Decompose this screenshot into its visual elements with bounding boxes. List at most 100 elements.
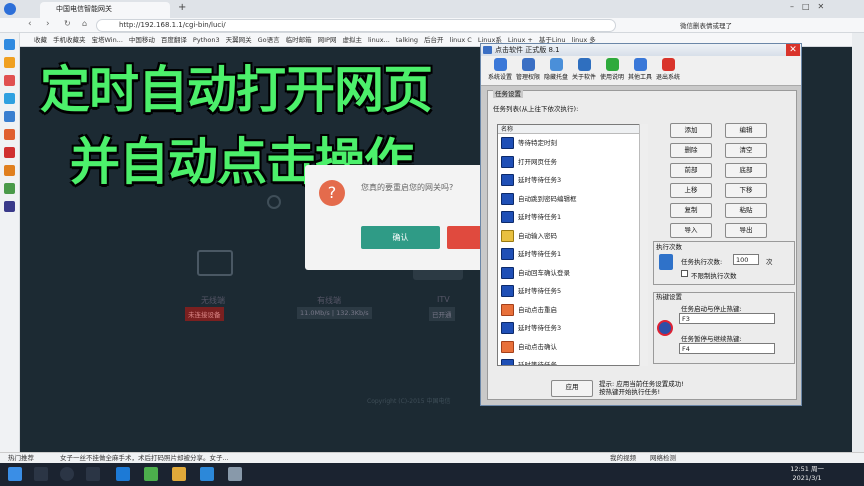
bookmark-item[interactable]: Go语言	[258, 33, 280, 46]
edge-icon[interactable]	[116, 467, 130, 481]
confirm-button[interactable]: 确认	[361, 226, 440, 249]
system-clock[interactable]: 12:51 周一 2021/3/1	[790, 465, 824, 483]
task-list-item[interactable]: 自动点击重启	[498, 301, 646, 320]
hint-line2: 按热键开始执行任务!	[599, 388, 661, 396]
window-close-button[interactable]: ✕	[786, 44, 800, 56]
sidebar-app-icon[interactable]	[4, 75, 15, 86]
action-button[interactable]: 复制	[670, 203, 712, 218]
start-icon[interactable]	[8, 467, 22, 481]
toolbar-label: 其他工具	[627, 74, 652, 81]
click-app-taskbar-icon[interactable]	[228, 467, 242, 481]
task-icon	[501, 248, 514, 260]
bookmark-item[interactable]: 收藏	[34, 33, 47, 46]
window-controls[interactable]: –□✕	[790, 2, 832, 11]
sidebar-app-icon[interactable]	[4, 57, 15, 68]
action-button[interactable]: 添加	[670, 123, 712, 138]
task-list-item[interactable]: 延时等待任务...	[498, 356, 646, 365]
task-list-scrollbar[interactable]	[639, 124, 648, 366]
sidebar-app-icon[interactable]	[4, 39, 15, 50]
app-taskbar-icon[interactable]	[200, 467, 214, 481]
task-list-item[interactable]: 自动跳到密码编辑框	[498, 190, 646, 209]
my-video-link[interactable]: 我的视频	[610, 453, 636, 463]
task-list-item[interactable]: 打开网页任务	[498, 153, 646, 172]
action-button[interactable]: 编辑	[725, 123, 767, 138]
bookmark-item[interactable]: 百度翻译	[161, 33, 187, 46]
action-button[interactable]: 导入	[670, 223, 712, 238]
bookmark-item[interactable]: 虚拟主	[342, 33, 362, 46]
bookmark-item[interactable]: 宝塔Win...	[92, 33, 123, 46]
bookmark-item[interactable]: linux...	[368, 33, 390, 46]
toolbar-button[interactable]: 系统设置	[485, 58, 515, 81]
toolbar-button[interactable]: 隐藏托盘	[541, 58, 571, 81]
browser-tab[interactable]: 中国电信智能网关	[40, 2, 170, 18]
action-button[interactable]: 删除	[670, 143, 712, 158]
action-button[interactable]: 上移	[670, 183, 712, 198]
browser-logo-icon	[4, 3, 16, 15]
bookmark-item[interactable]: 临时邮箱	[286, 33, 312, 46]
task-view-icon[interactable]	[86, 467, 100, 481]
task-list-item[interactable]: 延时等待任务3	[498, 319, 646, 338]
search-hint[interactable]: 微信删表情或理了	[680, 20, 732, 30]
device-wired-label: 有线端	[317, 296, 341, 305]
sidebar-app-icon[interactable]	[4, 129, 15, 140]
new-tab-icon[interactable]: +	[178, 2, 186, 13]
browser-taskbar-icon[interactable]	[144, 467, 158, 481]
bookmark-item[interactable]: 手机收藏夹	[53, 33, 86, 46]
status-hint: 提示: 应用当前任务设置成功! 按热键开始执行任务!	[599, 380, 684, 396]
back-icon[interactable]: ‹	[28, 19, 32, 29]
action-button[interactable]: 下移	[725, 183, 767, 198]
task-list-item[interactable]: 延时等待任务3	[498, 171, 646, 190]
bookmark-item[interactable]: 天翼网关	[226, 33, 252, 46]
toolbar-button[interactable]: 管理权限	[513, 58, 543, 81]
bookmark-item[interactable]: 网IP网	[318, 33, 337, 46]
bookmark-item[interactable]: Python3	[193, 33, 220, 46]
exec-count-input[interactable]: 100	[733, 254, 759, 265]
toolbar-button[interactable]: 退出系统	[653, 58, 683, 81]
toolbar-button[interactable]: 使用说明	[597, 58, 627, 81]
bookmark-item[interactable]: 后台开	[424, 33, 444, 46]
folder-icon[interactable]	[172, 467, 186, 481]
toolbar-button[interactable]: 其他工具	[625, 58, 655, 81]
toolbar-icon	[493, 58, 507, 71]
sidebar-app-icon[interactable]	[4, 201, 15, 212]
right-scrollbar[interactable]	[852, 33, 864, 463]
reload-icon[interactable]: ↻	[64, 19, 71, 28]
sidebar-app-icon[interactable]	[4, 111, 15, 122]
news-ticker[interactable]: 女子一丝不挂做全麻手术，术后打码照片却被分享。女子...	[60, 453, 229, 463]
search-icon[interactable]	[34, 467, 48, 481]
hotkey-pause-input[interactable]: F4	[679, 343, 775, 354]
forward-icon[interactable]: ›	[46, 19, 50, 29]
action-button[interactable]: 粘贴	[725, 203, 767, 218]
bookmark-item[interactable]: 中国移动	[129, 33, 155, 46]
network-check-link[interactable]: 网络检测	[650, 453, 676, 463]
action-button[interactable]: 底部	[725, 163, 767, 178]
task-list-item[interactable]: 延时等待任务1	[498, 245, 646, 264]
url-input[interactable]: http://192.168.1.1/cgi-bin/luci/	[96, 19, 616, 32]
task-list-item[interactable]: 自动点击确认	[498, 338, 646, 357]
bookmark-item[interactable]: linux C	[450, 33, 472, 46]
action-button[interactable]: 导出	[725, 223, 767, 238]
action-button[interactable]: 清空	[725, 143, 767, 158]
hotkey-start-label: 任务启动与停止热键:	[681, 305, 742, 313]
toolbar-button[interactable]: 关于软件	[569, 58, 599, 81]
home-icon[interactable]: ⌂	[82, 19, 87, 28]
task-list-item[interactable]: 延时等待任务5	[498, 282, 646, 301]
sidebar-app-icon[interactable]	[4, 183, 15, 194]
action-button[interactable]: 前部	[670, 163, 712, 178]
task-list-item[interactable]: 自动输入密码	[498, 227, 646, 246]
hotkey-start-input[interactable]: F3	[679, 313, 775, 324]
task-list-item[interactable]: 自动回车确认登录	[498, 264, 646, 283]
left-sidebar	[0, 33, 20, 463]
task-list-item[interactable]: 等待特定时刻	[498, 134, 646, 153]
cortana-icon[interactable]	[60, 467, 74, 481]
toolbar-label: 系统设置	[487, 74, 512, 81]
sidebar-app-icon[interactable]	[4, 147, 15, 158]
sidebar-app-icon[interactable]	[4, 165, 15, 176]
task-list-item[interactable]: 延时等待任务1	[498, 208, 646, 227]
hot-news-label[interactable]: 热门推荐	[8, 453, 34, 463]
sidebar-app-icon[interactable]	[4, 93, 15, 104]
apply-button[interactable]: 应用	[551, 380, 593, 397]
bookmark-item[interactable]: talking	[396, 33, 418, 46]
task-list[interactable]: 名称 等待特定时刻 打开网页任务 延时等待任务3 自动跳到密码编辑框 延时等待任务1 自动…	[497, 124, 647, 366]
unlimited-checkbox[interactable]	[681, 270, 688, 277]
